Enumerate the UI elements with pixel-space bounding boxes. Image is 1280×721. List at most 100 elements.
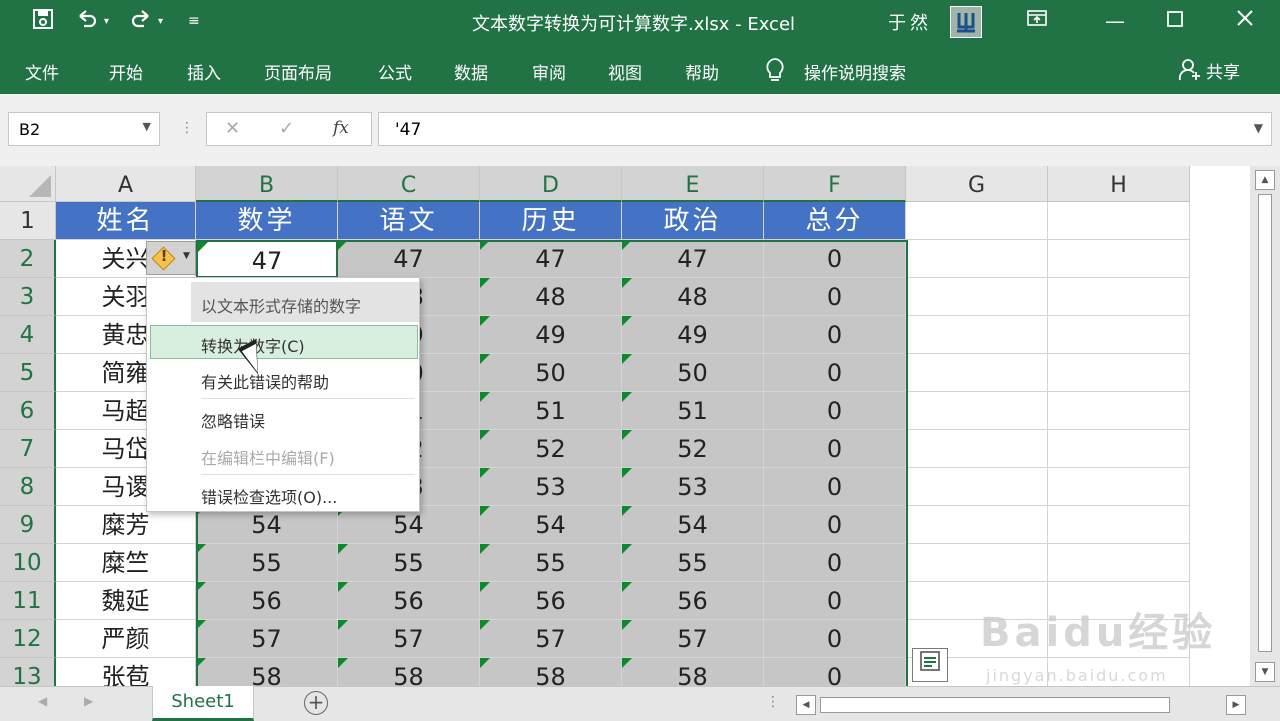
score-cell[interactable]: 55: [480, 544, 622, 582]
total-cell[interactable]: 0: [764, 620, 906, 658]
scroll-left-icon[interactable]: ◀: [796, 695, 816, 715]
undo-dropdown-icon[interactable]: ▾: [104, 16, 109, 27]
name-cell[interactable]: 魏延: [56, 582, 196, 620]
empty-cell[interactable]: [906, 468, 1048, 506]
header-cell[interactable]: 历史: [480, 202, 622, 240]
share-icon[interactable]: [1178, 58, 1202, 86]
score-cell[interactable]: 47: [480, 240, 622, 278]
row-header-5[interactable]: 5: [0, 354, 56, 392]
column-header-h[interactable]: H: [1048, 166, 1190, 202]
score-cell[interactable]: 57: [338, 620, 480, 658]
tab-page-layout[interactable]: 页面布局: [264, 59, 332, 84]
empty-cell[interactable]: [1048, 392, 1190, 430]
score-cell[interactable]: 56: [622, 582, 764, 620]
row-header-10[interactable]: 10: [0, 544, 56, 582]
score-cell[interactable]: 47: [338, 240, 480, 278]
score-cell[interactable]: 48: [480, 278, 622, 316]
row-header-13[interactable]: 13: [0, 658, 56, 686]
score-cell[interactable]: 51: [480, 392, 622, 430]
row-header-11[interactable]: 11: [0, 582, 56, 620]
column-header-c[interactable]: C: [338, 166, 480, 202]
ribbon-display-icon[interactable]: [1022, 6, 1052, 36]
formula-input[interactable]: '47 ▼: [378, 112, 1272, 146]
menu-item-convert-to-number[interactable]: 转换为数字(C): [150, 325, 418, 359]
quick-analysis-icon[interactable]: [912, 648, 948, 682]
score-cell[interactable]: 58: [480, 658, 622, 686]
score-cell[interactable]: 56: [338, 582, 480, 620]
save-icon[interactable]: [32, 8, 54, 35]
sheet-tab-sheet1[interactable]: Sheet1: [152, 686, 254, 721]
minimize-icon[interactable]: —: [1100, 6, 1130, 36]
tab-formulas[interactable]: 公式: [378, 59, 412, 84]
next-sheet-icon[interactable]: ▶: [84, 694, 93, 708]
score-cell[interactable]: 47: [622, 240, 764, 278]
menu-item-ignore-error[interactable]: 忽略错误: [147, 401, 419, 435]
menu-item-help-on-error[interactable]: 有关此错误的帮助: [147, 362, 419, 396]
tab-help[interactable]: 帮助: [685, 59, 719, 84]
user-name[interactable]: 于然: [888, 9, 932, 35]
row-header-2[interactable]: 2: [0, 240, 56, 278]
empty-cell[interactable]: [906, 354, 1048, 392]
total-cell[interactable]: 0: [764, 354, 906, 392]
score-cell[interactable]: 52: [622, 430, 764, 468]
total-cell[interactable]: 0: [764, 582, 906, 620]
total-cell[interactable]: 0: [764, 658, 906, 686]
redo-dropdown-icon[interactable]: ▾: [158, 16, 163, 27]
empty-cell[interactable]: [1048, 240, 1190, 278]
header-cell[interactable]: 数学: [196, 202, 338, 240]
score-cell[interactable]: 49: [622, 316, 764, 354]
score-cell[interactable]: 56: [196, 582, 338, 620]
empty-cell[interactable]: [1048, 468, 1190, 506]
horizontal-scrollbar[interactable]: ◀ ▶: [796, 695, 1250, 715]
tab-insert[interactable]: 插入: [187, 59, 221, 84]
score-cell[interactable]: 51: [622, 392, 764, 430]
empty-cell[interactable]: [906, 392, 1048, 430]
score-cell[interactable]: 55: [338, 544, 480, 582]
vertical-scrollbar[interactable]: ▲ ▼: [1250, 166, 1280, 686]
share-button[interactable]: 共享: [1206, 58, 1240, 83]
column-header-e[interactable]: E: [622, 166, 764, 202]
tell-me-search[interactable]: 操作说明搜索: [804, 59, 906, 84]
score-cell[interactable]: 57: [196, 620, 338, 658]
previous-sheet-icon[interactable]: ◀: [38, 694, 47, 708]
tab-home[interactable]: 开始: [109, 59, 143, 84]
horizontal-scroll-thumb[interactable]: [820, 697, 1170, 713]
row-header-7[interactable]: 7: [0, 430, 56, 468]
name-box[interactable]: B2 ▼: [8, 112, 160, 146]
insert-function-button[interactable]: fx: [333, 118, 349, 138]
undo-icon[interactable]: [76, 8, 98, 35]
select-all-button[interactable]: [0, 166, 56, 202]
empty-cell[interactable]: [906, 316, 1048, 354]
tab-file[interactable]: 文件: [25, 59, 59, 84]
column-header-b[interactable]: B: [196, 166, 338, 202]
total-cell[interactable]: 0: [764, 240, 906, 278]
score-cell[interactable]: 49: [480, 316, 622, 354]
scroll-right-icon[interactable]: ▶: [1226, 695, 1246, 715]
score-cell[interactable]: 54: [480, 506, 622, 544]
row-header-3[interactable]: 3: [0, 278, 56, 316]
score-cell[interactable]: 47: [196, 240, 338, 278]
add-sheet-icon[interactable]: +: [304, 691, 328, 715]
total-cell[interactable]: 0: [764, 430, 906, 468]
score-cell[interactable]: 48: [622, 278, 764, 316]
row-header-1[interactable]: 1: [0, 202, 56, 240]
row-header-8[interactable]: 8: [0, 468, 56, 506]
score-cell[interactable]: 56: [480, 582, 622, 620]
name-cell[interactable]: 糜竺: [56, 544, 196, 582]
total-cell[interactable]: 0: [764, 506, 906, 544]
empty-cell[interactable]: [1048, 354, 1190, 392]
score-cell[interactable]: 53: [622, 468, 764, 506]
column-header-a[interactable]: A: [56, 166, 196, 202]
empty-cell[interactable]: [906, 506, 1048, 544]
score-cell[interactable]: 52: [480, 430, 622, 468]
column-header-d[interactable]: D: [480, 166, 622, 202]
chevron-down-icon[interactable]: ▼: [143, 120, 151, 133]
name-cell[interactable]: 严颜: [56, 620, 196, 658]
tab-review[interactable]: 审阅: [532, 59, 566, 84]
expand-formula-bar-icon[interactable]: ▼: [1254, 121, 1263, 135]
score-cell[interactable]: 55: [622, 544, 764, 582]
row-header-9[interactable]: 9: [0, 506, 56, 544]
vertical-scroll-thumb[interactable]: [1258, 194, 1272, 652]
empty-cell[interactable]: [906, 202, 1048, 240]
total-cell[interactable]: 0: [764, 316, 906, 354]
